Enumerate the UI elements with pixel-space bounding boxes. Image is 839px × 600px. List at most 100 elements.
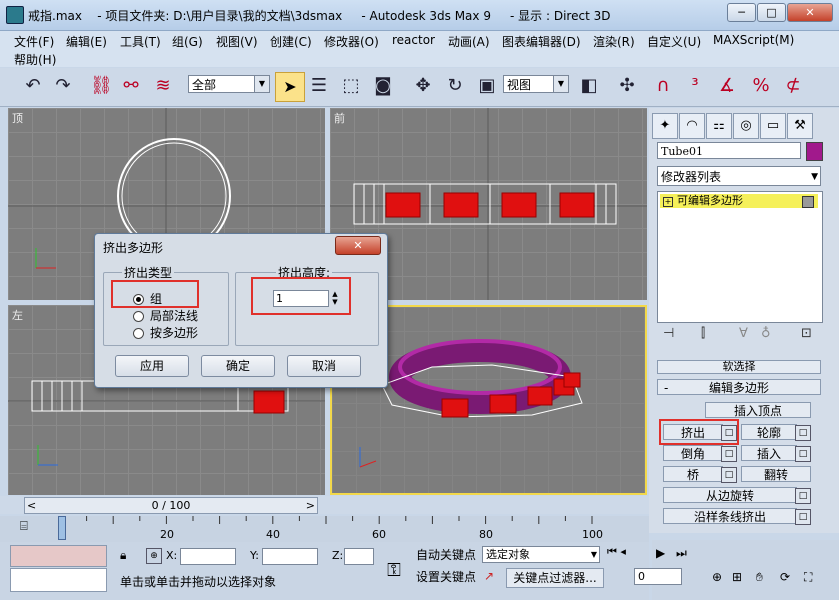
set-key-button[interactable]: 设置关键点	[414, 568, 478, 586]
menu-animation[interactable]: 动画(A)	[448, 33, 490, 50]
snap-3d-icon[interactable]: ³	[684, 75, 706, 97]
hinge-settings-icon[interactable]: □	[795, 488, 811, 504]
minimize-button[interactable]: ─	[727, 3, 756, 22]
menu-group[interactable]: 组(G)	[172, 33, 203, 50]
radio-by-polygon[interactable]: 按多边形	[133, 324, 198, 341]
select-by-name-icon[interactable]: ☰	[308, 75, 330, 97]
hinge-from-edge-button[interactable]: 从边旋转	[663, 487, 797, 503]
bevel-button[interactable]: 倒角	[663, 445, 723, 461]
insert-vertex-button[interactable]: 插入顶点	[705, 402, 811, 418]
pan-icon[interactable]: ✋︎	[756, 570, 763, 585]
outline-settings-icon[interactable]: □	[795, 425, 811, 441]
bevel-settings-icon[interactable]: □	[721, 446, 737, 462]
next-frame-icon[interactable]: ⏭	[676, 546, 687, 561]
spinner-snap-icon[interactable]: ⊄	[782, 75, 804, 97]
current-frame-field[interactable]: 0	[634, 568, 682, 585]
dialog-close-button[interactable]: ✕	[335, 236, 381, 255]
apply-button[interactable]: 应用	[115, 355, 189, 377]
stack-item-editable-poly[interactable]: + 可编辑多边形	[660, 194, 818, 208]
menu-edit[interactable]: 编辑(E)	[66, 33, 107, 50]
auto-key-button[interactable]: 自动关键点	[414, 546, 478, 564]
create-tab-icon[interactable]: ✦	[652, 113, 678, 139]
ok-button[interactable]: 确定	[201, 355, 275, 377]
expand-icon[interactable]: +	[663, 197, 673, 207]
lock-icon[interactable]: 🔒︎	[120, 548, 126, 563]
pivot-center-icon[interactable]: ◧	[578, 75, 600, 97]
configure-sets-icon[interactable]: ⊡	[801, 326, 812, 341]
menu-views[interactable]: 视图(V)	[216, 33, 258, 50]
chevron-right-icon[interactable]: >	[306, 498, 315, 513]
x-coordinate-field[interactable]	[180, 548, 236, 565]
menu-graph-editors[interactable]: 图表编辑器(D)	[502, 33, 581, 50]
toggle-square-icon[interactable]	[802, 196, 814, 208]
zoom-icon[interactable]: ⊕	[712, 570, 722, 584]
track-bar[interactable]: ⌸ 0 20 40 60 80 100	[0, 516, 649, 542]
show-end-result-icon[interactable]: ⫿	[701, 326, 705, 341]
time-slider[interactable]: < 0 / 100 >	[24, 497, 318, 514]
menu-help[interactable]: 帮助(H)	[14, 51, 56, 68]
key-filters-button[interactable]: 关键点过滤器...	[506, 568, 604, 588]
hierarchy-tab-icon[interactable]: ⚏	[706, 113, 732, 139]
maxscript-output-field[interactable]	[10, 568, 107, 592]
key-icon[interactable]: ⚿	[378, 556, 410, 586]
absolute-mode-icon[interactable]: ⊕	[146, 548, 162, 564]
menu-maxscript[interactable]: MAXScript(M)	[713, 33, 794, 47]
motion-tab-icon[interactable]: ◎	[733, 113, 759, 139]
angle-snap-icon[interactable]: ∡	[716, 75, 738, 97]
select-object-tool[interactable]: ➤	[275, 72, 305, 102]
y-coordinate-field[interactable]	[262, 548, 318, 565]
rotate-icon[interactable]: ↻	[444, 75, 466, 97]
bridge-settings-icon[interactable]: □	[721, 467, 737, 483]
radio-local-normal[interactable]: 局部法线	[133, 307, 198, 324]
menu-rendering[interactable]: 渲染(R)	[593, 33, 635, 50]
menu-tools[interactable]: 工具(T)	[120, 33, 161, 50]
bind-space-warp-icon[interactable]: ≋	[152, 75, 174, 97]
time-cursor[interactable]	[58, 516, 66, 540]
redo-icon[interactable]: ↷	[52, 75, 74, 97]
maximize-button[interactable]: □	[757, 3, 786, 22]
maximize-viewport-icon[interactable]: ⛶	[804, 570, 812, 585]
menu-reactor[interactable]: reactor	[392, 33, 435, 47]
key-filter-select[interactable]: 选定对象 ▼	[482, 546, 600, 563]
menu-modifiers[interactable]: 修改器(O)	[324, 33, 379, 50]
chevron-left-icon[interactable]: <	[27, 498, 36, 513]
pin-stack-icon[interactable]: ⊣	[663, 326, 674, 341]
make-unique-icon[interactable]: ∀	[739, 326, 748, 341]
menu-create[interactable]: 创建(C)	[270, 33, 312, 50]
move-icon[interactable]: ✥	[412, 75, 434, 97]
link-icon[interactable]: ⛓	[90, 75, 113, 97]
play-icon[interactable]: ▶	[656, 546, 665, 560]
snap-toggle-icon[interactable]: ∩	[652, 75, 674, 97]
inset-settings-icon[interactable]: □	[795, 446, 811, 462]
key-mode-icon[interactable]: ↗	[484, 569, 494, 583]
object-color-swatch[interactable]	[806, 142, 823, 161]
bridge-button[interactable]: 桥	[663, 466, 723, 482]
inset-button[interactable]: 插入	[741, 445, 797, 461]
window-crossing-icon[interactable]: ◙	[372, 75, 394, 97]
reference-coord-select[interactable]: 视图 ▼	[503, 75, 569, 93]
previous-frame-icon[interactable]: ◂	[620, 545, 626, 558]
utilities-tab-icon[interactable]: ⚒	[787, 113, 813, 139]
orbit-icon[interactable]: ⟳	[780, 570, 790, 584]
selection-filter-select[interactable]: 全部 ▼	[188, 75, 270, 93]
rollout-edit-polygons[interactable]: - 编辑多边形	[657, 379, 821, 395]
manipulate-icon[interactable]: ✣	[616, 75, 638, 97]
unlink-icon[interactable]: ⚯	[120, 75, 142, 97]
go-to-start-icon[interactable]: ⏮	[607, 545, 617, 558]
display-tab-icon[interactable]: ▭	[760, 113, 786, 139]
undo-icon[interactable]: ↶	[22, 75, 44, 97]
zoom-all-icon[interactable]: ⊞	[732, 570, 742, 584]
rollout-soft-selection[interactable]: 软选择	[657, 360, 821, 374]
extrude-along-spline-button[interactable]: 沿样条线挤出	[663, 508, 797, 524]
modifier-list-select[interactable]: 修改器列表 ▼	[657, 166, 821, 186]
scale-icon[interactable]: ▣	[476, 75, 498, 97]
menu-file[interactable]: 文件(F)	[14, 33, 54, 50]
z-coordinate-field[interactable]	[344, 548, 374, 565]
modify-tab-icon[interactable]: ◠	[679, 113, 705, 139]
extrude-spline-settings-icon[interactable]: □	[795, 509, 811, 525]
cancel-button[interactable]: 取消	[287, 355, 361, 377]
rectangle-selection-icon[interactable]: ⬚	[340, 75, 362, 97]
menu-customize[interactable]: 自定义(U)	[647, 33, 701, 50]
remove-modifier-icon[interactable]: ♁	[761, 326, 771, 341]
close-button[interactable]: ✕	[787, 3, 833, 22]
